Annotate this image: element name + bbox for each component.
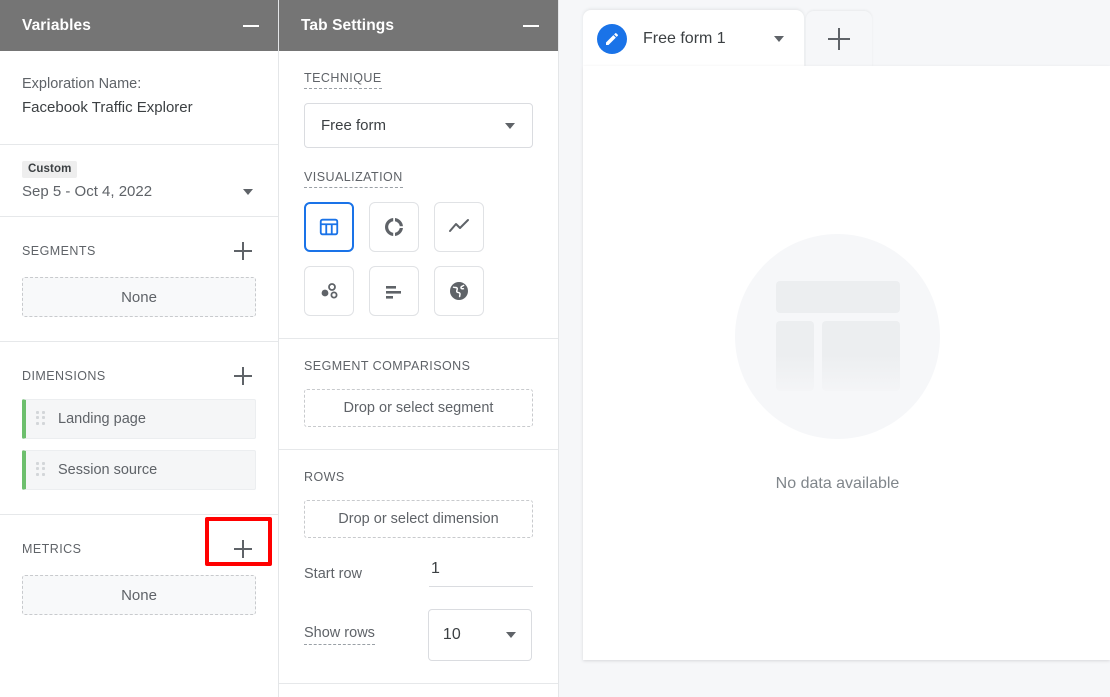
dimension-label: Session source [58,462,158,478]
rows-section: ROWS Drop or select dimension Start row … [279,450,558,684]
table-skeleton-illustration [735,233,940,439]
variables-panel: Variables Exploration Name: Facebook Tra… [0,0,279,697]
tab-settings-panel: Tab Settings TECHNIQUE Free form VISUALI… [279,0,559,697]
tab-label: Free form 1 [643,29,726,47]
tab-bar: Free form 1 [583,10,872,67]
chevron-down-icon [505,632,516,638]
start-row-label: Start row [304,565,363,582]
line-chart-icon [449,219,469,232]
show-rows-value: 10 [442,626,461,643]
scatter-plot-icon [321,283,338,299]
date-range-badge: Custom [22,161,78,178]
drag-handle-icon[interactable] [36,462,47,478]
empty-state: No data available [583,66,1110,660]
show-rows-label: Show rows [304,625,375,645]
dimension-chip-session-source[interactable]: Session source [22,450,256,490]
chevron-down-icon [505,122,515,129]
viz-option-geo[interactable] [434,266,484,316]
viz-option-line[interactable] [434,202,484,252]
metrics-empty-placeholder[interactable]: None [22,575,256,615]
segments-title: SEGMENTS [22,244,96,258]
minimize-icon[interactable] [243,24,259,27]
date-range-selector[interactable]: Custom Sep 5 - Oct 4, 2022 [0,145,278,217]
dimension-chip-landing-page[interactable]: Landing page [22,399,256,439]
geo-map-icon [450,282,468,300]
chevron-down-icon [243,188,253,195]
skeleton-header-bar [775,281,900,313]
tab-settings-panel-title: Tab Settings [301,16,395,34]
start-row-field: Start row [304,560,533,587]
plus-icon [827,28,850,50]
skeleton-left-column [775,321,814,391]
empty-state-message: No data available [775,474,900,492]
start-row-input[interactable] [429,560,533,587]
segment-comparisons-label: SEGMENT COMPARISONS [304,359,471,373]
minimize-icon[interactable] [523,24,539,27]
exploration-canvas: Free form 1 No data available [559,0,1110,697]
table-chart-icon [319,218,339,236]
viz-option-bar[interactable] [369,266,419,316]
exploration-name-label: Exploration Name: [22,76,142,92]
technique-select[interactable]: Free form [304,103,533,148]
technique-section: TECHNIQUE Free form VISUALIZATION [279,51,558,339]
technique-value: Free form [321,117,387,134]
exploration-name-section: Exploration Name: Facebook Traffic Explo… [0,51,278,145]
metrics-title: METRICS [22,542,82,556]
add-segment-plus-icon[interactable] [230,238,256,264]
segments-section: SEGMENTS None [0,217,278,342]
segment-comparisons-section: SEGMENT COMPARISONS Drop or select segme… [279,339,558,450]
bar-chart-icon [386,286,401,299]
skeleton-body [775,321,900,391]
date-range-value: Sep 5 - Oct 4, 2022 [22,183,153,200]
donut-chart-icon [384,217,404,237]
exploration-name-value[interactable]: Facebook Traffic Explorer [22,96,256,120]
segment-comparisons-dropzone[interactable]: Drop or select segment [304,389,533,427]
technique-label: TECHNIQUE [304,71,382,89]
chevron-down-icon[interactable] [773,35,784,42]
rows-label: ROWS [304,470,345,484]
dimensions-title: DIMENSIONS [22,369,106,383]
add-metric-plus-icon[interactable] [230,536,256,562]
viz-option-table[interactable] [304,202,354,252]
add-tab-button[interactable] [805,11,872,67]
edit-pencil-icon [597,23,627,54]
skeleton-right-column [821,321,900,391]
show-rows-field: Show rows 10 [304,609,533,661]
drag-handle-icon[interactable] [36,411,47,427]
viz-option-donut[interactable] [369,202,419,252]
metrics-section: METRICS None [0,515,278,639]
variables-panel-header: Variables [0,0,278,51]
tab-free-form-1[interactable]: Free form 1 [583,10,804,67]
variables-panel-title: Variables [22,16,91,34]
show-rows-select[interactable]: 10 [427,609,532,661]
dimension-label: Landing page [58,411,146,427]
rows-dropzone[interactable]: Drop or select dimension [304,500,533,538]
report-card: No data available [583,66,1110,660]
add-dimension-plus-icon[interactable] [230,363,256,389]
viz-option-scatter[interactable] [304,266,354,316]
visualization-options [304,202,533,316]
segments-empty-placeholder[interactable]: None [22,277,256,317]
tab-settings-panel-header: Tab Settings [279,0,558,51]
exploration-app: Variables Exploration Name: Facebook Tra… [0,0,1110,697]
dimensions-section: DIMENSIONS Landing page Session source [0,342,278,515]
visualization-label: VISUALIZATION [304,170,403,188]
